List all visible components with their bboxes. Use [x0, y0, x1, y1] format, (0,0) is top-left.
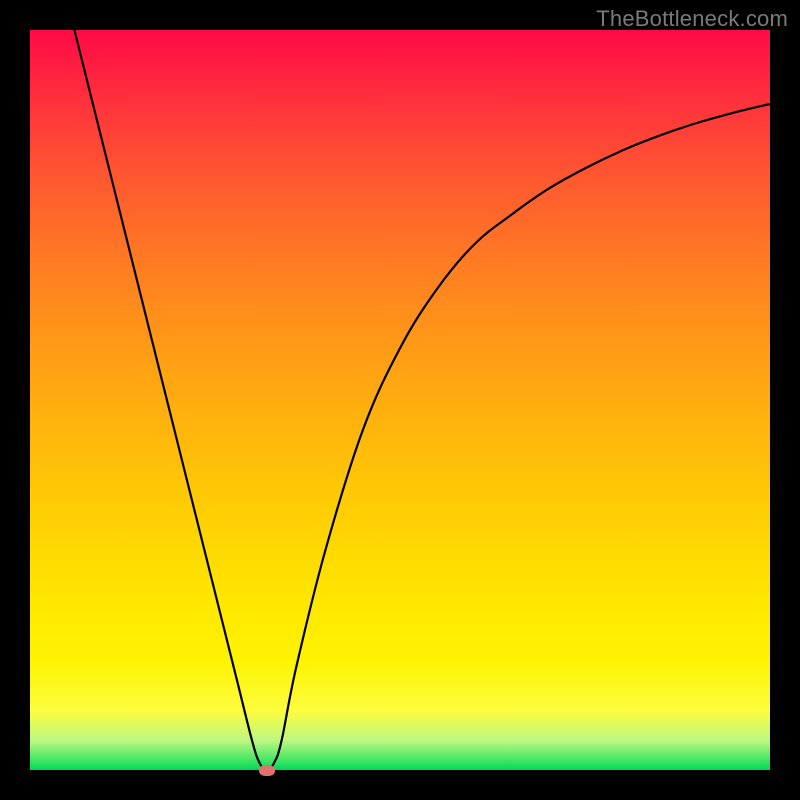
plot-area: [30, 30, 770, 770]
minimum-marker: [259, 765, 275, 776]
watermark-text: TheBottleneck.com: [596, 6, 788, 32]
chart-frame: TheBottleneck.com: [0, 0, 800, 800]
bottleneck-curve: [30, 30, 770, 770]
